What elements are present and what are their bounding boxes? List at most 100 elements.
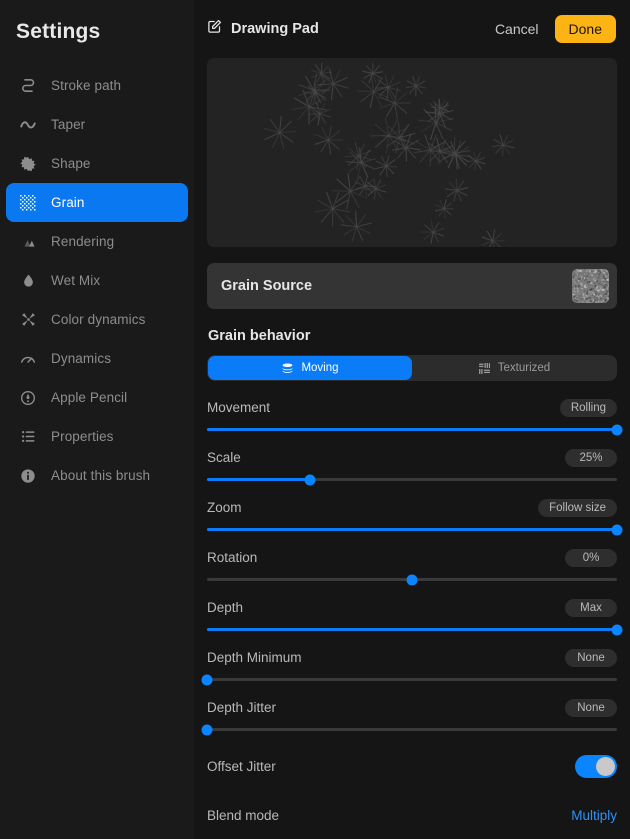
movement-header: Movement Rolling [207, 392, 617, 423]
sidebar-item-label: About this brush [51, 468, 151, 483]
sidebar-item-label: Color dynamics [51, 312, 146, 327]
sidebar-item-apple-pencil[interactable]: Apple Pencil [6, 378, 188, 417]
rotation-value[interactable]: 0% [565, 548, 617, 567]
done-button[interactable]: Done [554, 15, 616, 43]
settings-nav: Stroke path Taper Shape Grain Rendering Wet M… [0, 66, 194, 495]
sidebar-item-grain[interactable]: Grain [6, 183, 188, 222]
control-row-depth: Depth Max [194, 592, 630, 642]
movement-slider-thumb[interactable] [611, 424, 623, 435]
blend-mode-value[interactable]: Multiply [571, 808, 617, 823]
wet-mix-icon [17, 270, 39, 292]
depth-jitter-header: Depth Jitter None [207, 692, 617, 723]
rotation-slider[interactable] [207, 574, 617, 585]
scale-slider[interactable] [207, 474, 617, 485]
depth-minimum-slider-thumb[interactable] [201, 674, 213, 685]
grain-source-row[interactable]: Grain Source [207, 263, 617, 309]
movement-value[interactable]: Rolling [559, 398, 617, 417]
scale-slider-thumb[interactable] [304, 474, 315, 485]
dynamics-icon [17, 348, 39, 370]
sidebar-item-properties[interactable]: Properties [6, 417, 188, 456]
control-row-offset-jitter: Offset Jitter [194, 742, 630, 791]
depth-value[interactable]: Max [565, 598, 617, 617]
sidebar-item-wet-mix[interactable]: Wet Mix [6, 261, 188, 300]
zoom-slider-thumb[interactable] [611, 524, 623, 535]
scale-slider-fill [207, 478, 310, 481]
depth-label: Depth [207, 600, 244, 615]
drawing-pad-title-group: Drawing Pad [207, 19, 319, 39]
stroke-path-icon [17, 75, 39, 97]
zoom-slider[interactable] [207, 524, 623, 535]
scale-label: Scale [207, 450, 241, 465]
zoom-label: Zoom [207, 500, 242, 515]
layers-icon [281, 362, 294, 375]
depth-minimum-label: Depth Minimum [207, 650, 302, 665]
sidebar-item-label: Apple Pencil [51, 390, 128, 405]
rotation-header: Rotation 0% [207, 542, 617, 573]
depth-minimum-value[interactable]: None [565, 648, 617, 667]
properties-icon [17, 426, 39, 448]
color-dynamics-icon [17, 309, 39, 331]
movement-slider[interactable] [207, 424, 623, 435]
depth-slider[interactable] [207, 624, 623, 635]
main-panel: Drawing Pad Cancel Done Grain Source Gra… [194, 0, 630, 839]
depth-slider-thumb[interactable] [611, 624, 623, 635]
settings-sidebar: Settings Stroke path Taper Shape Grain Rende… [0, 0, 194, 839]
sidebar-item-label: Grain [51, 195, 85, 210]
drawing-pad-label: Drawing Pad [231, 21, 319, 37]
rotation-slider-thumb[interactable] [406, 574, 418, 585]
movement-label: Movement [207, 400, 271, 415]
scale-value[interactable]: 25% [565, 448, 617, 467]
toggle-knob [596, 757, 615, 776]
offset-jitter-toggle[interactable] [575, 755, 617, 778]
blend-mode-label: Blend mode [207, 808, 280, 823]
sidebar-item-dynamics[interactable]: Dynamics [6, 339, 188, 378]
zoom-value[interactable]: Follow size [538, 498, 617, 517]
sidebar-item-label: Dynamics [51, 351, 112, 366]
weave-icon [478, 362, 491, 375]
sidebar-item-label: Properties [51, 429, 114, 444]
zoom-header: Zoom Follow size [207, 492, 617, 523]
offset-jitter-label: Offset Jitter [207, 759, 276, 774]
sidebar-item-taper[interactable]: Taper [6, 105, 188, 144]
sidebar-item-rendering[interactable]: Rendering [6, 222, 188, 261]
segment-moving[interactable]: Moving [208, 356, 412, 380]
cancel-button[interactable]: Cancel [493, 17, 541, 41]
depth-slider-fill [207, 628, 617, 631]
control-row-movement: Movement Rolling [194, 392, 630, 442]
sidebar-item-color-dynamics[interactable]: Color dynamics [6, 300, 188, 339]
sidebar-item-shape[interactable]: Shape [6, 144, 188, 183]
control-row-depth-jitter: Depth Jitter None [194, 692, 630, 742]
zoom-slider-fill [207, 528, 617, 531]
depth-jitter-value[interactable]: None [565, 698, 617, 717]
blend-mode-header: Blend mode Multiply [207, 791, 617, 839]
sidebar-item-label: Stroke path [51, 78, 122, 93]
depth-minimum-slider[interactable] [201, 674, 617, 685]
app-root: Settings Stroke path Taper Shape Grain Rende… [0, 0, 630, 839]
depth-jitter-slider-thumb[interactable] [201, 724, 213, 735]
info-icon [17, 465, 39, 487]
page-title: Settings [16, 20, 101, 43]
sidebar-item-about-this-brush[interactable]: About this brush [6, 456, 188, 495]
grain-source-label: Grain Source [221, 278, 313, 294]
grain-behavior-segmented-control: Moving Texturized [207, 355, 617, 381]
rendering-icon [17, 231, 39, 253]
depth-minimum-header: Depth Minimum None [207, 642, 617, 673]
grain-icon [17, 192, 39, 214]
depth-jitter-slider[interactable] [201, 724, 617, 735]
shape-icon [17, 153, 39, 175]
sidebar-item-stroke-path[interactable]: Stroke path [6, 66, 188, 105]
sidebar-item-label: Taper [51, 117, 86, 132]
drawing-pad-canvas[interactable] [207, 58, 617, 247]
depth-header: Depth Max [207, 592, 617, 623]
sidebar-item-label: Wet Mix [51, 273, 101, 288]
control-row-blend-mode: Blend mode Multiply [194, 791, 630, 839]
toolbar-actions: Cancel Done [493, 15, 616, 43]
grain-texture-thumbnail[interactable] [572, 269, 609, 303]
sidebar-item-label: Shape [51, 156, 91, 171]
control-row-depth-minimum: Depth Minimum None [194, 642, 630, 692]
rotation-label: Rotation [207, 550, 258, 565]
segment-texturized-label: Texturized [497, 362, 551, 374]
segment-texturized[interactable]: Texturized [412, 356, 616, 380]
segment-moving-label: Moving [301, 362, 339, 374]
control-row-zoom: Zoom Follow size [194, 492, 630, 542]
